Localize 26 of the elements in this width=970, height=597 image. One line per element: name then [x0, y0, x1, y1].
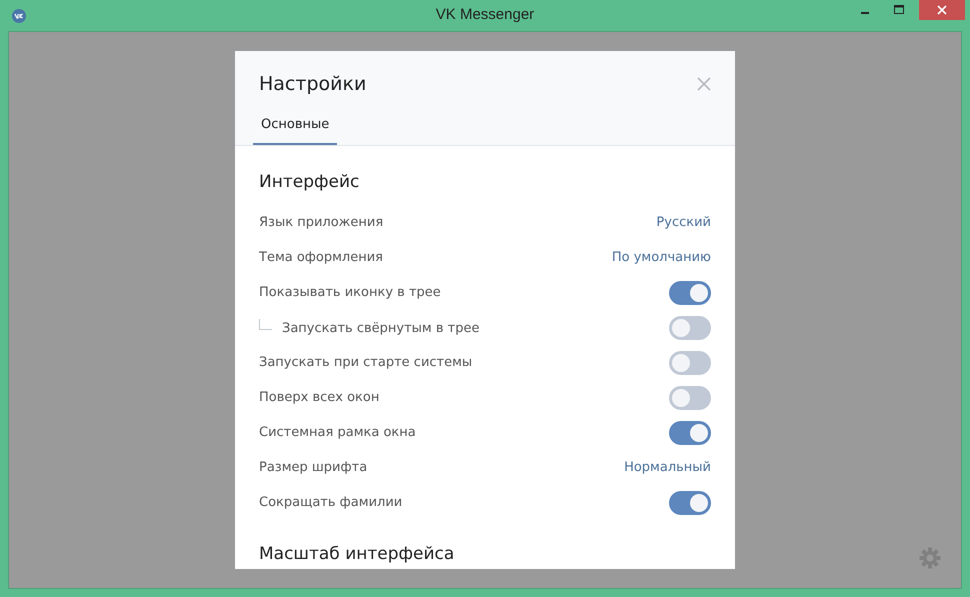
toggle-switch[interactable] — [669, 350, 711, 374]
section-heading: Масштаб интерфейса — [259, 544, 456, 564]
setting-label: Запускать свёрнутым в трее — [282, 321, 480, 336]
settings-tab[interactable]: Основные — [253, 113, 338, 145]
section-heading: Интерфейс — [259, 172, 360, 192]
setting-value-link[interactable]: Нормальный — [624, 460, 711, 475]
setting-label: Показывать иконку в трее — [259, 285, 441, 300]
toggle-switch[interactable] — [669, 490, 711, 514]
setting-value-link[interactable]: По умолчанию — [612, 250, 711, 265]
toggle-switch[interactable] — [669, 280, 711, 304]
dialog-title: Настройки — [259, 73, 366, 95]
setting-label: Поверх всех окон — [259, 390, 380, 405]
setting-label: Сокращать фамилии — [259, 495, 402, 510]
setting-label: Системная рамка окна — [259, 425, 416, 440]
setting-label: Язык приложения — [259, 215, 384, 230]
setting-label: Размер шрифта — [259, 460, 368, 475]
toggle-switch[interactable] — [669, 386, 711, 410]
toggle-switch[interactable] — [669, 420, 711, 444]
setting-label: Запускать при старте системы — [259, 355, 472, 370]
close-button[interactable] — [919, 0, 965, 20]
tree-branch-icon — [259, 319, 272, 330]
setting-value-link[interactable]: Русский — [656, 215, 711, 230]
setting-label: Тема оформления — [259, 250, 384, 265]
window-title: VK Messenger — [434, 6, 536, 23]
logo-icon — [12, 8, 26, 22]
toggle-switch[interactable] — [669, 316, 711, 340]
